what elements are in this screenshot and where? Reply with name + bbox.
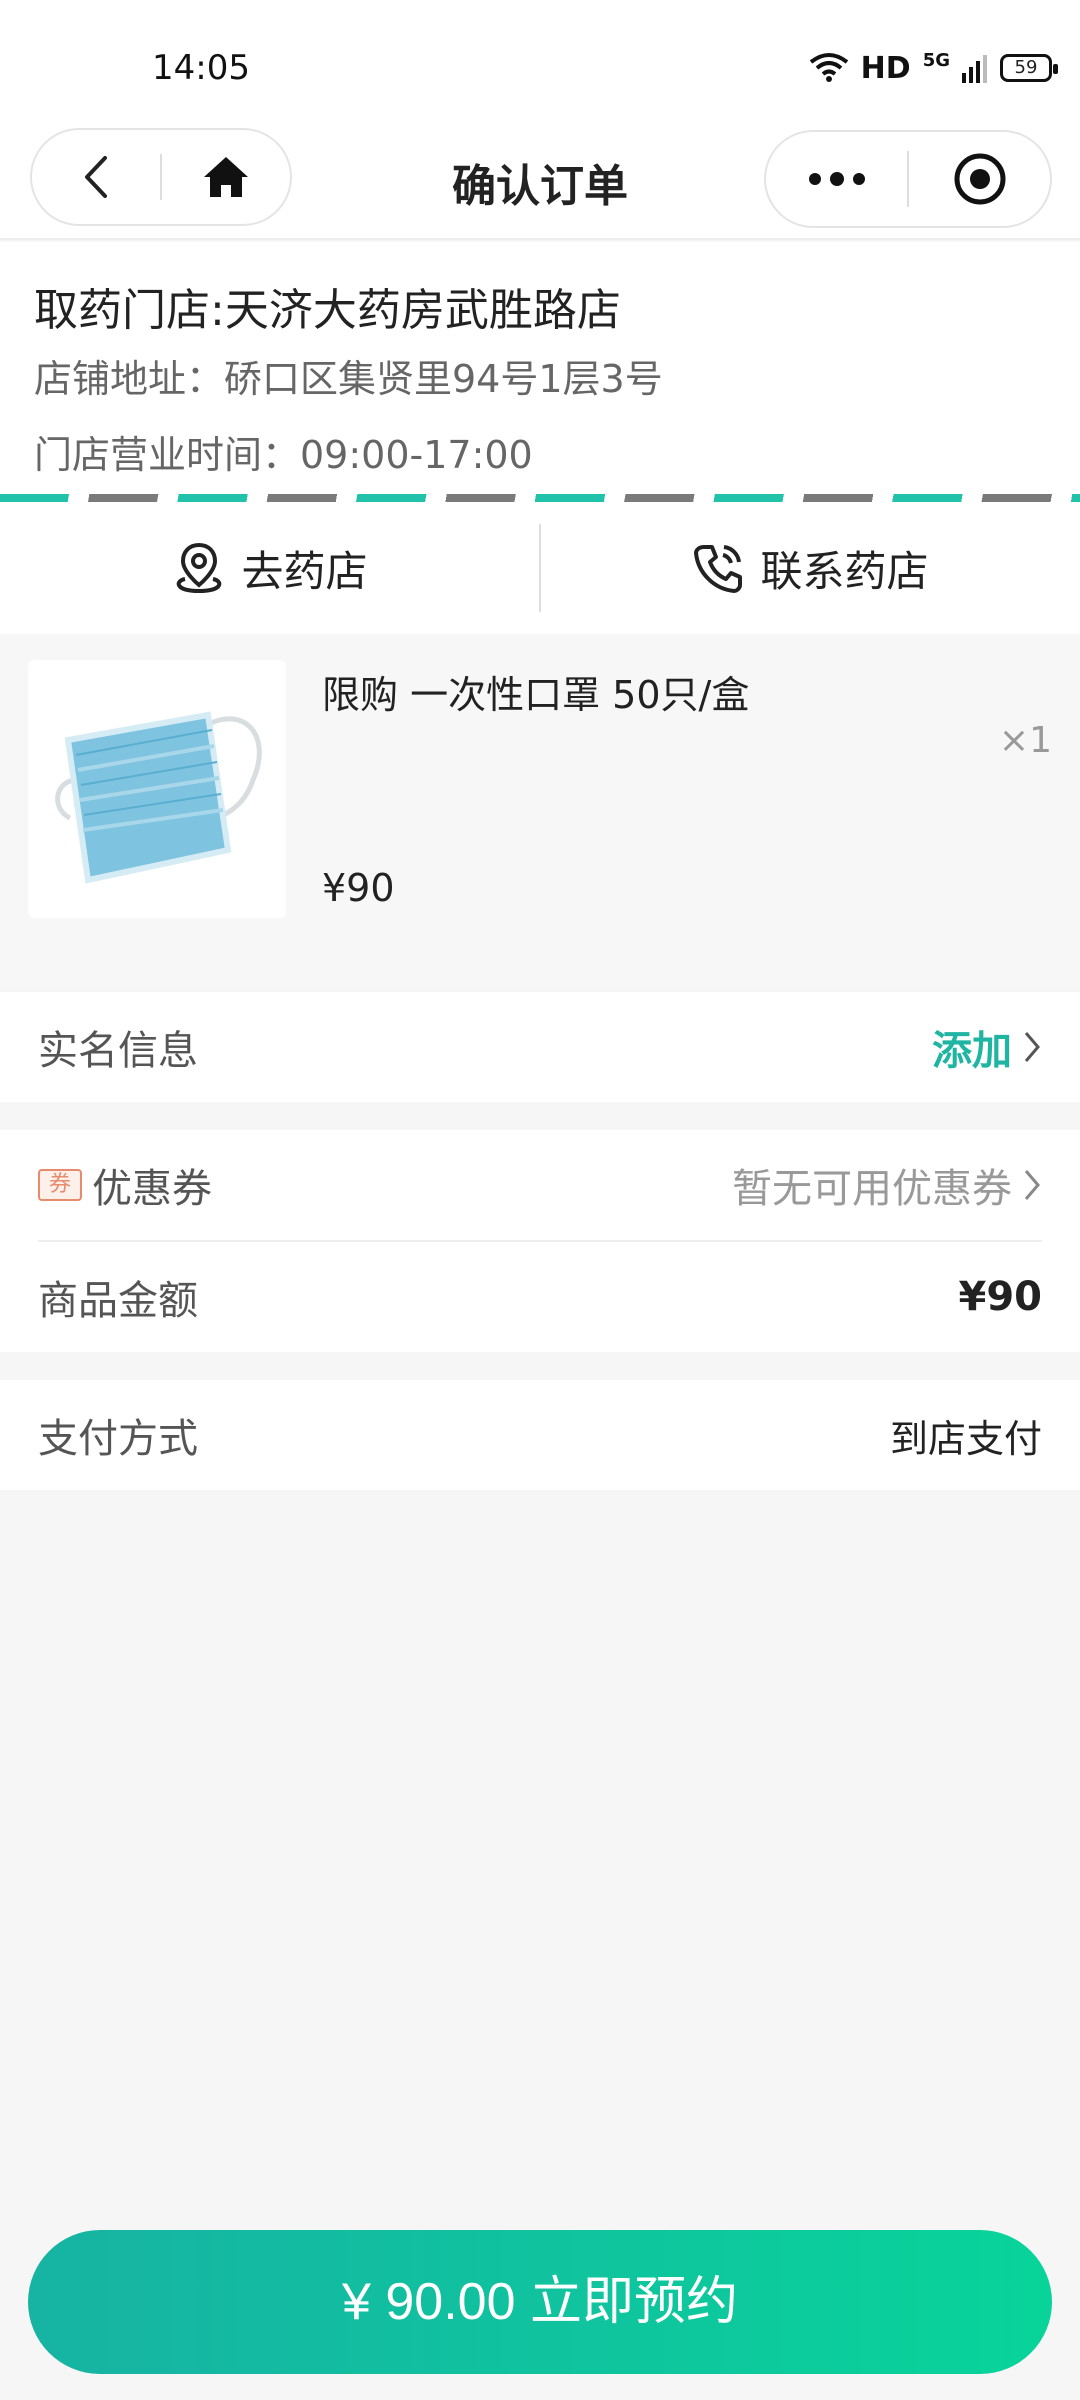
decorative-stripe bbox=[0, 494, 1080, 502]
real-name-add[interactable]: 添加 bbox=[932, 1018, 1042, 1076]
reserve-now-button[interactable]: ¥ 90.00 立即预约 bbox=[28, 2230, 1052, 2374]
real-name-row[interactable]: 实名信息 添加 bbox=[0, 992, 1080, 1102]
go-to-store-button[interactable]: 去药店 bbox=[0, 502, 539, 634]
real-name-label: 实名信息 bbox=[38, 1028, 198, 1074]
coupon-label-group: 券 优惠券 bbox=[38, 1156, 212, 1214]
payment-row: 支付方式 到店支付 bbox=[0, 1380, 1080, 1490]
wifi-icon bbox=[809, 53, 848, 82]
product-price: ¥90 bbox=[322, 866, 395, 910]
battery-indicator: 59 bbox=[1000, 54, 1058, 82]
store-info-card: 取药门店:天济大药房武胜路店 店铺地址：硚口区集贤里94号1层3号 门店营业时间… bbox=[0, 242, 1080, 496]
payment-value: 到店支付 bbox=[889, 1416, 1042, 1461]
status-bar: 14:05 HD 5G 59 bbox=[0, 0, 1080, 120]
product-name: 限购 一次性口罩 50只/盒 bbox=[322, 673, 750, 717]
coupon-label: 优惠券 bbox=[92, 1166, 212, 1212]
product-quantity: ×1 bbox=[998, 720, 1052, 761]
network-type: HD bbox=[860, 50, 911, 86]
coupon-value-group: 暂无可用优惠券 bbox=[732, 1156, 1042, 1214]
face-mask-image bbox=[55, 711, 262, 884]
amount-row: 商品金额 ¥90 bbox=[0, 1242, 1080, 1352]
signal-type: 5G bbox=[922, 49, 950, 71]
product-item: 限购 一次性口罩 50只/盒 ×1 ¥90 bbox=[0, 634, 1080, 986]
real-name-card: 实名信息 添加 bbox=[0, 992, 1080, 1102]
store-address: 店铺地址：硚口区集贤里94号1层3号 bbox=[34, 357, 663, 401]
contact-store-button[interactable]: 联系药店 bbox=[541, 502, 1080, 634]
nav-right-capsule bbox=[764, 130, 1052, 228]
signal-bars-icon bbox=[962, 55, 987, 83]
phone-icon bbox=[694, 545, 743, 593]
payment-card: 支付方式 到店支付 bbox=[0, 1380, 1080, 1490]
record-circle-icon bbox=[954, 153, 1005, 205]
store-hours: 门店营业时间：09:00-17:00 bbox=[34, 433, 533, 477]
payment-label: 支付方式 bbox=[38, 1416, 198, 1462]
real-name-add-label: 添加 bbox=[932, 1028, 1012, 1074]
status-time: 14:05 bbox=[152, 48, 250, 88]
order-summary-card: 券 优惠券 暂无可用优惠券 商品金额 ¥90 bbox=[0, 1130, 1080, 1352]
coupon-row[interactable]: 券 优惠券 暂无可用优惠券 bbox=[0, 1130, 1080, 1240]
contact-store-label: 联系药店 bbox=[760, 546, 929, 596]
more-dots-icon bbox=[808, 172, 865, 186]
amount-value: ¥90 bbox=[958, 1274, 1043, 1320]
nav-bar: 确认订单 bbox=[0, 120, 1080, 240]
status-icons: HD 5G 59 bbox=[809, 48, 1058, 88]
amount-label: 商品金额 bbox=[38, 1278, 198, 1324]
more-button[interactable] bbox=[766, 132, 907, 226]
location-pin-icon bbox=[177, 542, 222, 594]
go-to-store-label: 去药店 bbox=[241, 546, 368, 596]
store-actions: 去药店 联系药店 bbox=[0, 502, 1080, 634]
close-miniprogram-button[interactable] bbox=[909, 132, 1050, 226]
chevron-right-icon bbox=[1024, 1032, 1040, 1062]
store-name: 取药门店:天济大药房武胜路店 bbox=[34, 285, 621, 336]
coupon-icon: 券 bbox=[38, 1169, 82, 1201]
chevron-right-icon bbox=[1024, 1170, 1040, 1200]
coupon-value: 暂无可用优惠券 bbox=[732, 1166, 1012, 1212]
product-image[interactable] bbox=[28, 660, 286, 918]
